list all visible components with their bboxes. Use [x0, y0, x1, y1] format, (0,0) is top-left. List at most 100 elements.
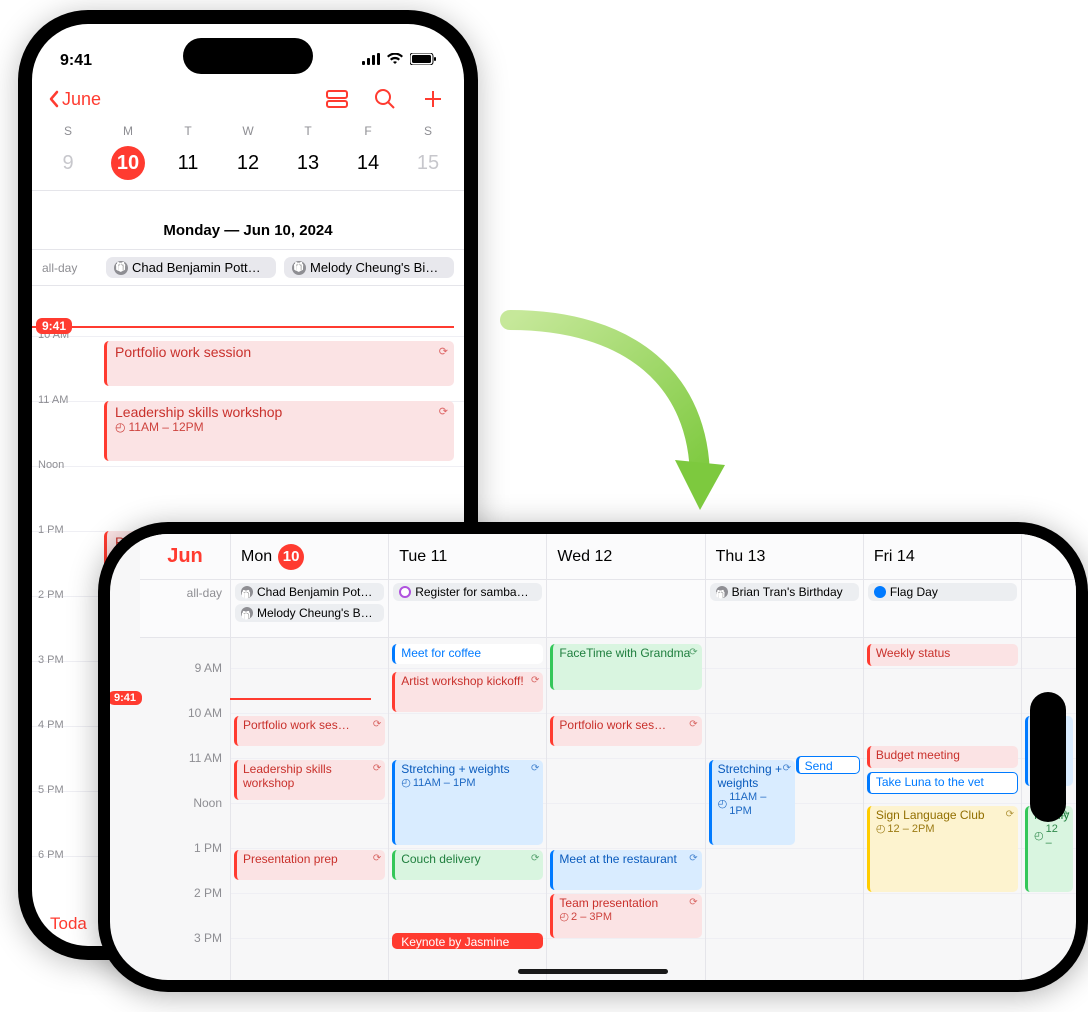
dynamic-island [1030, 692, 1066, 822]
day-column[interactable]: Weekly status Budget meeting Take Luna to … [863, 638, 1021, 980]
calendar-event[interactable]: Meet for coffee [392, 644, 543, 664]
weekday-label: S [38, 124, 98, 138]
calendar-event[interactable]: Leadership skills workshop◴11AM – 12PM⟳ [104, 401, 454, 461]
iphone-landscape-frame: Jun Mon10Tue 11Wed 12Thu 13Fri 14 all-da… [98, 522, 1088, 992]
all-day-row: all-day Chad Benjamin Pot…Melody Cheung'… [140, 580, 1076, 638]
all-day-event[interactable]: Chad Benjamin Pott… [106, 257, 276, 278]
day-column-header[interactable] [1021, 534, 1076, 579]
event-dot-icon [241, 586, 253, 598]
now-indicator [230, 698, 371, 700]
today-button[interactable]: Toda [50, 914, 87, 934]
back-button[interactable]: June [48, 89, 101, 110]
calendar-event[interactable]: Portfolio work ses…⟳ [234, 716, 385, 746]
calendar-event[interactable]: Sign Language Club◴12 – 2PM⟳ [867, 806, 1018, 892]
gift-icon [292, 261, 306, 275]
date-cell[interactable]: 14 [338, 146, 398, 180]
clock-icon: ◴ [1034, 829, 1044, 843]
calendar-event[interactable]: Presentation prep⟳ [234, 850, 385, 880]
day-column[interactable]: Meet for coffee Artist workshop kickoff!⟳… [388, 638, 546, 980]
date-cell[interactable]: 11 [158, 146, 218, 180]
all-day-column [1021, 580, 1076, 637]
calendar-event[interactable]: Couch delivery⟳ [392, 850, 543, 880]
all-day-event[interactable]: Melody Cheung's Bi… [284, 257, 454, 278]
nav-bar: June [32, 78, 464, 120]
repeat-icon: ⟳ [531, 674, 539, 688]
repeat-icon: ⟳ [531, 852, 539, 866]
repeat-icon: ⟳ [531, 762, 539, 776]
calendar-event[interactable]: Team presentation◴2 – 3PM⟳ [550, 894, 701, 938]
status-time: 9:41 [60, 52, 92, 70]
now-time-badge: 9:41 [36, 318, 72, 334]
date-cell[interactable]: 9 [38, 146, 98, 180]
calendar-event[interactable]: Take Luna to the vet [867, 772, 1018, 794]
all-day-column: Chad Benjamin Pot… Melody Cheung's B… [230, 580, 388, 637]
all-day-event[interactable]: Register for samba… [393, 583, 542, 601]
calendar-event[interactable]: Send b… [796, 756, 860, 774]
calendar-event[interactable]: Budget meeting [867, 746, 1018, 768]
week-timeline[interactable]: 9 AM10 AM11 AMNoon1 PM2 PM3 PM9:41 Portf… [140, 638, 1076, 980]
calendar-event[interactable]: Leadership skills workshop⟳ [234, 760, 385, 800]
wifi-icon [386, 52, 404, 70]
calendar-event[interactable]: Stretching + weights◴11AM – 1PM⟳ [709, 760, 795, 845]
weekday-label: M [98, 124, 158, 138]
calendar-event[interactable]: Stretching + weights◴11AM – 1PM⟳ [392, 760, 543, 845]
search-button[interactable] [370, 84, 400, 114]
all-day-column: Register for samba… [388, 580, 546, 637]
day-column-header[interactable]: Mon10 [230, 534, 388, 579]
cellular-icon [362, 52, 380, 70]
month-label[interactable]: Jun [140, 534, 230, 579]
day-column-header[interactable]: Tue 11 [388, 534, 546, 579]
calendar-event[interactable]: Keynote by Jasmine [392, 933, 543, 949]
calendar-event[interactable]: FaceTime with Grandma⟳ [550, 644, 701, 690]
dynamic-island [183, 38, 313, 74]
home-indicator [518, 969, 668, 974]
day-column[interactable]: Portfolio work ses…⟳ Leadership skills wo… [230, 638, 388, 980]
day-column-header[interactable]: Fri 14 [863, 534, 1021, 579]
day-column-header[interactable]: Wed 12 [546, 534, 704, 579]
day-column[interactable]: FaceTime with Grandma⟳ Portfolio work ses… [546, 638, 704, 980]
week-selector: SMTWTFS 9101112131415 [32, 124, 464, 191]
clock-icon: ◴ [718, 797, 728, 811]
repeat-icon: ⟳ [783, 762, 791, 776]
view-mode-button[interactable] [322, 84, 352, 114]
date-cell[interactable]: 12 [218, 146, 278, 180]
hour-row: Noon [32, 466, 464, 528]
hour-label: 2 PM [194, 886, 222, 900]
repeat-icon: ⟳ [689, 896, 697, 910]
repeat-icon: ⟳ [689, 852, 697, 866]
all-day-label: all-day [42, 261, 98, 275]
date-cell[interactable]: 15 [398, 146, 458, 180]
calendar-event[interactable]: Artist workshop kickoff!⟳ [392, 672, 543, 712]
date-cell[interactable]: 13 [278, 146, 338, 180]
hour-label: 3 PM [194, 931, 222, 945]
repeat-icon: ⟳ [373, 718, 381, 732]
day-column-header[interactable]: Thu 13 [705, 534, 863, 579]
hour-label: Noon [193, 796, 222, 810]
calendar-event[interactable]: Meet at the restaurant⟳ [550, 850, 701, 890]
all-day-event[interactable]: Flag Day [868, 583, 1017, 601]
date-cell[interactable]: 10 [98, 146, 158, 180]
clock-icon: ◴ [401, 776, 411, 790]
calendar-event[interactable]: Portfolio work ses…⟳ [550, 716, 701, 746]
now-time-badge: 9:41 [110, 691, 142, 705]
all-day-column [546, 580, 704, 637]
all-day-event[interactable]: Melody Cheung's B… [235, 604, 384, 622]
calendar-event[interactable]: Portfolio work session⟳ [104, 341, 454, 386]
repeat-icon: ⟳ [689, 718, 697, 732]
all-day-event[interactable]: Chad Benjamin Pot… [235, 583, 384, 601]
weekday-label: S [398, 124, 458, 138]
weekday-label: F [338, 124, 398, 138]
battery-icon [410, 52, 436, 70]
all-day-column: Flag Day [863, 580, 1021, 637]
day-column[interactable]: Send b…Stretching + weights◴11AM – 1PM⟳ [705, 638, 863, 980]
gift-icon [114, 261, 128, 275]
event-dot-icon [716, 586, 728, 598]
all-day-event[interactable]: Brian Tran's Birthday [710, 583, 859, 601]
calendar-event[interactable]: Weekly status [867, 644, 1018, 666]
add-event-button[interactable] [418, 84, 448, 114]
event-dot-icon [874, 586, 886, 598]
weekday-label: T [158, 124, 218, 138]
weekday-label: W [218, 124, 278, 138]
event-dot-icon [399, 586, 411, 598]
repeat-icon: ⟳ [373, 852, 381, 866]
